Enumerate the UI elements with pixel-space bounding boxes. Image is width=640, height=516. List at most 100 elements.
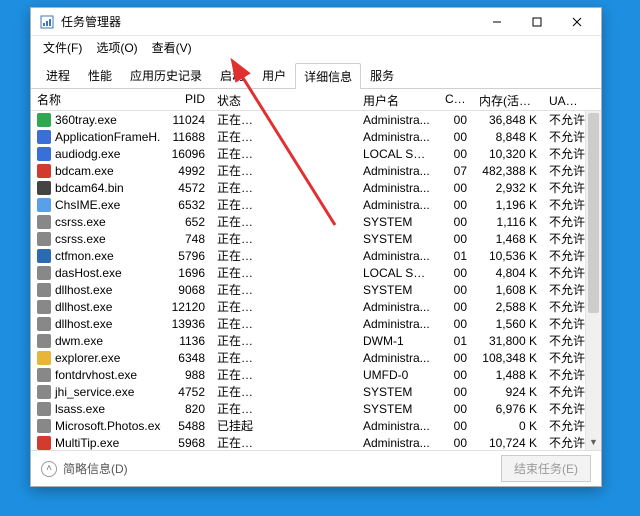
process-name: 360tray.exe: [55, 113, 117, 127]
process-name: dllhost.exe: [55, 283, 112, 297]
process-icon: [37, 147, 51, 161]
process-icon: [37, 198, 51, 212]
titlebar: 任务管理器: [31, 8, 601, 36]
scroll-thumb[interactable]: [588, 113, 599, 313]
process-uac: 不允许: [543, 448, 591, 450]
process-icon: [37, 419, 51, 433]
process-icon: [37, 300, 51, 314]
scroll-down-icon[interactable]: ▼: [586, 434, 601, 450]
table-row[interactable]: bdcam.exe4992正在运行Administra...07482,388 …: [31, 162, 601, 179]
table-row[interactable]: Microsoft.Photos.exe5488已挂起Administra...…: [31, 417, 601, 434]
table-row[interactable]: dwm.exe1136正在运行DWM-10131,800 K不允许: [31, 332, 601, 349]
process-icon: [37, 232, 51, 246]
process-cpu: 00: [439, 433, 473, 451]
col-name[interactable]: 名称: [31, 89, 161, 110]
tab-performance[interactable]: 性能: [79, 62, 121, 88]
fewer-details-label: 简略信息(D): [63, 460, 128, 477]
process-icon: [37, 130, 51, 144]
tabbar: 进程 性能 应用历史记录 启动 用户 详细信息 服务: [31, 58, 601, 89]
table-header: 名称 PID 状态 用户名 CPU 内存(活动的... UAC 虚拟化: [31, 89, 601, 111]
end-task-button[interactable]: 结束任务(E): [501, 455, 591, 482]
process-name: dllhost.exe: [55, 300, 112, 314]
tab-services[interactable]: 服务: [361, 62, 403, 88]
process-user: Administra...: [357, 433, 439, 451]
footer: ˄ 简略信息(D) 结束任务(E): [31, 450, 601, 486]
vertical-scrollbar[interactable]: ▲ ▼: [585, 111, 601, 450]
process-memory: 7,592 K: [473, 450, 543, 451]
process-name: csrss.exe: [55, 232, 106, 246]
process-name: bdcam.exe: [55, 164, 114, 178]
close-button[interactable]: [557, 8, 597, 36]
table-row[interactable]: dllhost.exe13936正在运行Administra...001,560…: [31, 315, 601, 332]
table-row[interactable]: audiodg.exe16096正在运行LOCAL SER...0010,320…: [31, 145, 601, 162]
tab-app-history[interactable]: 应用历史记录: [121, 62, 211, 88]
process-icon: [37, 266, 51, 280]
process-name: explorer.exe: [55, 351, 120, 365]
process-icon: [37, 249, 51, 263]
process-icon: [37, 317, 51, 331]
process-icon: [37, 215, 51, 229]
fewer-details-button[interactable]: ˄ 简略信息(D): [41, 460, 128, 477]
process-name: ChsIME.exe: [55, 198, 120, 212]
process-name: audiodg.exe: [55, 147, 120, 161]
window-title: 任务管理器: [61, 13, 477, 30]
process-name: bdcam64.bin: [55, 181, 124, 195]
table-row[interactable]: 360tray.exe11024正在运行Administra...0036,84…: [31, 111, 601, 128]
task-manager-window: 任务管理器 文件(F) 选项(O) 查看(V) 进程 性能 应用历史记录 启动 …: [30, 7, 602, 487]
menubar: 文件(F) 选项(O) 查看(V): [31, 36, 601, 58]
process-pid: 5968: [161, 433, 211, 451]
col-status[interactable]: 状态: [211, 89, 267, 110]
menu-file[interactable]: 文件(F): [37, 37, 88, 58]
maximize-button[interactable]: [517, 8, 557, 36]
process-icon: [37, 283, 51, 297]
process-pid: 15996: [161, 450, 211, 451]
process-icon: [37, 164, 51, 178]
process-icon: [37, 334, 51, 348]
process-memory: 10,724 K: [473, 433, 543, 451]
tab-startup[interactable]: 启动: [211, 62, 253, 88]
table-row[interactable]: jhi_service.exe4752正在运行SYSTEM00924 K不允许: [31, 383, 601, 400]
col-memory[interactable]: 内存(活动的...: [473, 89, 543, 110]
tab-users[interactable]: 用户: [253, 62, 295, 88]
col-uac[interactable]: UAC 虚拟化: [543, 89, 591, 110]
col-cpu[interactable]: CPU: [439, 89, 473, 110]
chevron-up-icon: ˄: [41, 461, 57, 477]
table-row[interactable]: lsass.exe820正在运行SYSTEM006,976 K不允许: [31, 400, 601, 417]
table-row[interactable]: MultiTip.exe 5968正在运行 Administra...0010,72…: [31, 434, 601, 450]
table-row[interactable]: ApplicationFrameH...11688正在运行Administra.…: [31, 128, 601, 145]
table-row[interactable]: dllhost.exe12120正在运行Administra...002,588…: [31, 298, 601, 315]
process-icon: [37, 368, 51, 382]
menu-view[interactable]: 查看(V): [146, 37, 198, 58]
table-row[interactable]: csrss.exe748正在运行SYSTEM001,468 K不允许: [31, 230, 601, 247]
col-spacer: [267, 89, 357, 110]
menu-options[interactable]: 选项(O): [90, 37, 143, 58]
table-row[interactable]: bdcam64.bin4572正在运行Administra...002,932 …: [31, 179, 601, 196]
process-name: MultiTip.exe: [55, 436, 119, 450]
tab-details[interactable]: 详细信息: [295, 63, 361, 89]
process-name: dwm.exe: [55, 334, 103, 348]
table-row[interactable]: explorer.exe6348正在运行Administra...00108,3…: [31, 349, 601, 366]
table-row[interactable]: csrss.exe652正在运行SYSTEM001,116 K不允许: [31, 213, 601, 230]
table-body[interactable]: 360tray.exe11024正在运行Administra...0036,84…: [31, 111, 601, 450]
table-row[interactable]: fontdrvhost.exe988正在运行UMFD-0001,488 K不允许: [31, 366, 601, 383]
process-table: 名称 PID 状态 用户名 CPU 内存(活动的... UAC 虚拟化 360t…: [31, 89, 601, 450]
process-name: ctfmon.exe: [55, 249, 114, 263]
minimize-button[interactable]: [477, 8, 517, 36]
col-user[interactable]: 用户名: [357, 89, 439, 110]
process-name: dasHost.exe: [55, 266, 122, 280]
process-name: lsass.exe: [55, 402, 105, 416]
process-icon: [37, 385, 51, 399]
app-icon: [39, 14, 55, 30]
table-row[interactable]: dasHost.exe1696正在运行LOCAL SER...004,804 K…: [31, 264, 601, 281]
table-row[interactable]: ChsIME.exe6532正在运行Administra...001,196 K…: [31, 196, 601, 213]
col-pid[interactable]: PID: [161, 89, 211, 110]
tab-processes[interactable]: 进程: [37, 62, 79, 88]
process-icon: [37, 436, 51, 450]
process-name: Microsoft.Photos.exe: [55, 419, 161, 433]
process-status: 正在运行: [211, 448, 267, 450]
table-row[interactable]: ctfmon.exe5796正在运行Administra...0110,536 …: [31, 247, 601, 264]
process-name: csrss.exe: [55, 215, 106, 229]
process-name: ApplicationFrameH...: [55, 130, 161, 144]
table-row[interactable]: dllhost.exe9068正在运行SYSTEM001,608 K不允许: [31, 281, 601, 298]
process-name: jhi_service.exe: [55, 385, 134, 399]
